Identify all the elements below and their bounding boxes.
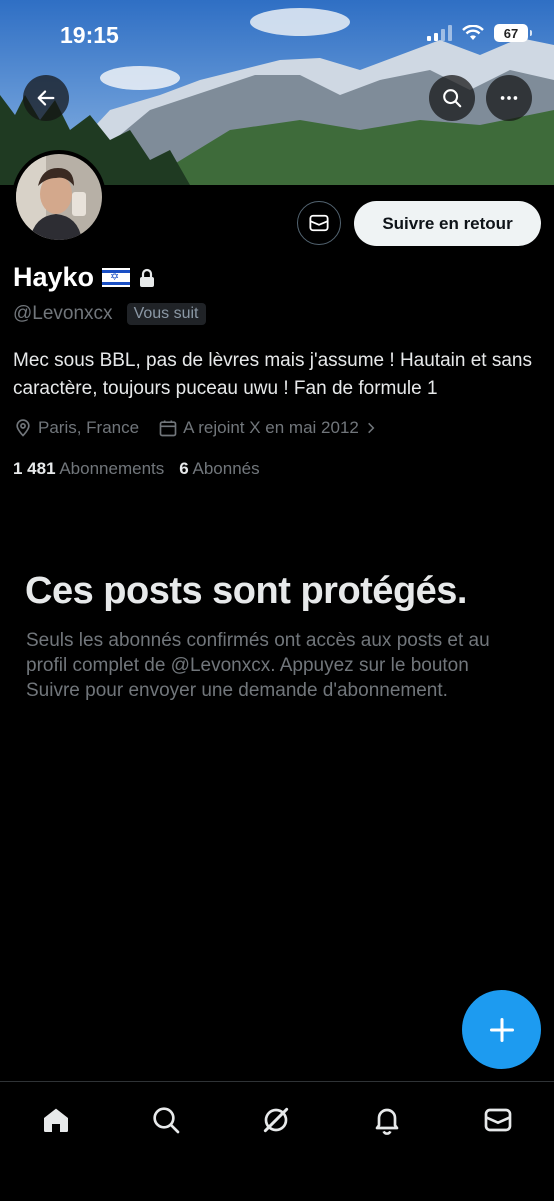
envelope-icon (484, 1108, 512, 1132)
plus-icon (489, 1017, 514, 1042)
more-options-button[interactable] (486, 75, 532, 121)
following-count: 1 481 (13, 459, 56, 478)
avatar-image (16, 154, 102, 240)
protected-description: Seuls les abonnés confirmés ont accès au… (26, 630, 490, 701)
back-button[interactable] (23, 75, 69, 121)
profile-handle: @Levonxcx (13, 303, 113, 324)
follows-you-badge: Vous suit (126, 303, 206, 325)
followers-label: Abonnés (192, 459, 260, 478)
israel-flag-icon: ✡ (102, 268, 131, 287)
location-text: Paris, France (38, 418, 140, 437)
battery-icon: 67 (494, 24, 532, 42)
nav-notifications[interactable] (367, 1100, 407, 1140)
profile-name-row: Hayko ✡ (13, 262, 156, 293)
home-icon (44, 1108, 68, 1132)
grok-icon (263, 1107, 289, 1133)
followers-link[interactable]: 6 Abonnés (179, 459, 259, 479)
compose-button[interactable] (462, 990, 541, 1069)
joined-text: A rejoint X en mai 2012 (183, 418, 359, 437)
follow-back-button[interactable]: Suivre en retour (354, 201, 541, 246)
search-profile-button[interactable] (429, 75, 475, 121)
location: Paris, France (13, 418, 139, 438)
calendar-icon (159, 420, 177, 437)
signal-icon (427, 25, 452, 41)
chevron-right-icon (368, 422, 375, 434)
profile-meta: Paris, France A rejoint X en mai 2012 (13, 418, 397, 438)
nav-messages[interactable] (478, 1100, 518, 1140)
avatar[interactable] (12, 150, 106, 244)
status-time: 19:15 (60, 22, 119, 48)
followers-count: 6 (179, 459, 189, 478)
search-icon (153, 1107, 180, 1134)
nav-home[interactable] (36, 1100, 76, 1140)
lock-icon (140, 268, 155, 287)
bottom-nav (0, 1081, 554, 1201)
status-indicators: 67 (427, 24, 532, 42)
profile-stats: 1 481 Abonnements 6 Abonnés (13, 459, 275, 479)
profile-name: Hayko (13, 262, 95, 292)
location-pin-icon (16, 419, 30, 437)
joined-date[interactable]: A rejoint X en mai 2012 (158, 418, 378, 438)
bell-icon (375, 1108, 399, 1135)
following-label: Abonnements (59, 459, 165, 478)
handle-row: @Levonxcx Vous suit (13, 303, 206, 325)
search-icon (443, 89, 462, 108)
message-button[interactable] (297, 201, 341, 245)
profile-bio: Mec sous BBL, pas de lèvres mais j'assum… (13, 350, 532, 399)
following-link[interactable]: 1 481 Abonnements (13, 459, 164, 479)
protected-title: Ces posts sont protégés. (25, 570, 467, 612)
nav-grok[interactable] (256, 1100, 296, 1140)
arrow-left-icon (37, 90, 55, 106)
nav-search[interactable] (146, 1100, 186, 1140)
envelope-icon (309, 214, 329, 232)
wifi-icon (462, 25, 484, 40)
more-horizontal-icon (500, 96, 518, 100)
